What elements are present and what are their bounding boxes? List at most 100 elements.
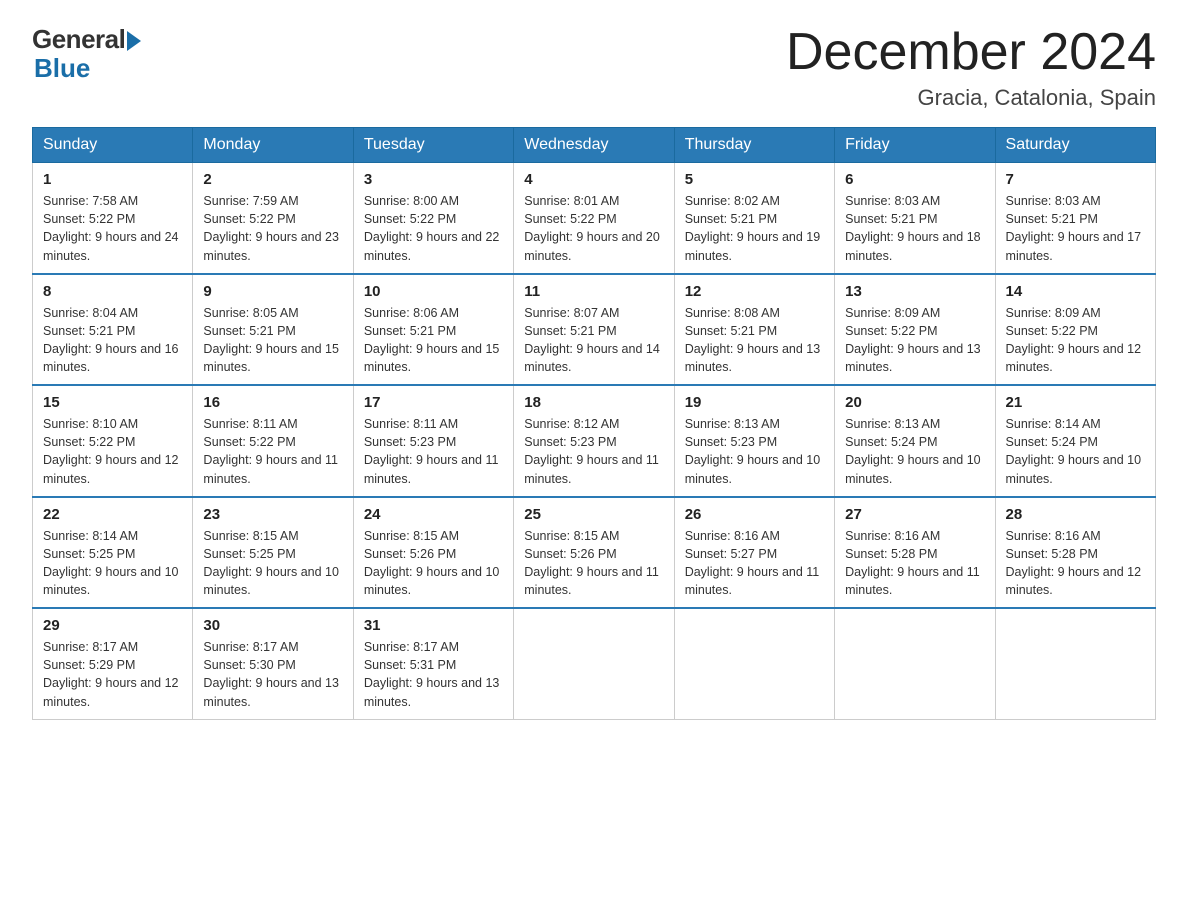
calendar-cell: 18 Sunrise: 8:12 AMSunset: 5:23 PMDaylig… xyxy=(514,385,674,497)
calendar-cell: 24 Sunrise: 8:15 AMSunset: 5:26 PMDaylig… xyxy=(353,497,513,609)
day-info: Sunrise: 8:16 AMSunset: 5:27 PMDaylight:… xyxy=(685,529,820,597)
calendar-cell: 14 Sunrise: 8:09 AMSunset: 5:22 PMDaylig… xyxy=(995,274,1155,386)
day-info: Sunrise: 8:08 AMSunset: 5:21 PMDaylight:… xyxy=(685,306,821,374)
calendar-cell: 8 Sunrise: 8:04 AMSunset: 5:21 PMDayligh… xyxy=(33,274,193,386)
day-number: 18 xyxy=(524,394,663,411)
day-number: 6 xyxy=(845,171,984,188)
day-info: Sunrise: 8:15 AMSunset: 5:26 PMDaylight:… xyxy=(364,529,500,597)
calendar-cell: 22 Sunrise: 8:14 AMSunset: 5:25 PMDaylig… xyxy=(33,497,193,609)
day-info: Sunrise: 8:17 AMSunset: 5:29 PMDaylight:… xyxy=(43,640,179,708)
calendar-cell xyxy=(995,608,1155,719)
day-number: 12 xyxy=(685,283,824,300)
day-number: 7 xyxy=(1006,171,1145,188)
day-number: 2 xyxy=(203,171,342,188)
calendar-week-row: 8 Sunrise: 8:04 AMSunset: 5:21 PMDayligh… xyxy=(33,274,1156,386)
day-number: 10 xyxy=(364,283,503,300)
day-info: Sunrise: 8:14 AMSunset: 5:25 PMDaylight:… xyxy=(43,529,179,597)
calendar-cell: 10 Sunrise: 8:06 AMSunset: 5:21 PMDaylig… xyxy=(353,274,513,386)
calendar-cell: 25 Sunrise: 8:15 AMSunset: 5:26 PMDaylig… xyxy=(514,497,674,609)
day-number: 4 xyxy=(524,171,663,188)
calendar-week-row: 29 Sunrise: 8:17 AMSunset: 5:29 PMDaylig… xyxy=(33,608,1156,719)
day-number: 15 xyxy=(43,394,182,411)
day-info: Sunrise: 8:10 AMSunset: 5:22 PMDaylight:… xyxy=(43,417,179,485)
day-info: Sunrise: 8:14 AMSunset: 5:24 PMDaylight:… xyxy=(1006,417,1142,485)
logo-arrow-icon xyxy=(127,31,141,51)
day-info: Sunrise: 8:01 AMSunset: 5:22 PMDaylight:… xyxy=(524,194,660,262)
day-number: 29 xyxy=(43,617,182,634)
calendar-cell: 17 Sunrise: 8:11 AMSunset: 5:23 PMDaylig… xyxy=(353,385,513,497)
calendar-cell: 31 Sunrise: 8:17 AMSunset: 5:31 PMDaylig… xyxy=(353,608,513,719)
weekday-header: Wednesday xyxy=(514,128,674,163)
calendar-week-row: 15 Sunrise: 8:10 AMSunset: 5:22 PMDaylig… xyxy=(33,385,1156,497)
day-number: 30 xyxy=(203,617,342,634)
day-number: 17 xyxy=(364,394,503,411)
day-info: Sunrise: 8:00 AMSunset: 5:22 PMDaylight:… xyxy=(364,194,500,262)
day-number: 5 xyxy=(685,171,824,188)
day-number: 16 xyxy=(203,394,342,411)
calendar-week-row: 1 Sunrise: 7:58 AMSunset: 5:22 PMDayligh… xyxy=(33,163,1156,274)
day-number: 27 xyxy=(845,506,984,523)
day-info: Sunrise: 8:05 AMSunset: 5:21 PMDaylight:… xyxy=(203,306,339,374)
weekday-header-row: SundayMondayTuesdayWednesdayThursdayFrid… xyxy=(33,128,1156,163)
calendar-cell xyxy=(674,608,834,719)
weekday-header: Sunday xyxy=(33,128,193,163)
day-info: Sunrise: 8:09 AMSunset: 5:22 PMDaylight:… xyxy=(1006,306,1142,374)
calendar-cell: 12 Sunrise: 8:08 AMSunset: 5:21 PMDaylig… xyxy=(674,274,834,386)
day-info: Sunrise: 8:13 AMSunset: 5:23 PMDaylight:… xyxy=(685,417,821,485)
day-info: Sunrise: 8:09 AMSunset: 5:22 PMDaylight:… xyxy=(845,306,981,374)
day-info: Sunrise: 8:17 AMSunset: 5:30 PMDaylight:… xyxy=(203,640,339,708)
day-info: Sunrise: 8:11 AMSunset: 5:23 PMDaylight:… xyxy=(364,417,499,485)
day-number: 22 xyxy=(43,506,182,523)
day-number: 20 xyxy=(845,394,984,411)
calendar-cell: 6 Sunrise: 8:03 AMSunset: 5:21 PMDayligh… xyxy=(835,163,995,274)
day-number: 11 xyxy=(524,283,663,300)
calendar-cell: 4 Sunrise: 8:01 AMSunset: 5:22 PMDayligh… xyxy=(514,163,674,274)
day-info: Sunrise: 8:17 AMSunset: 5:31 PMDaylight:… xyxy=(364,640,500,708)
day-number: 24 xyxy=(364,506,503,523)
day-number: 13 xyxy=(845,283,984,300)
day-info: Sunrise: 8:03 AMSunset: 5:21 PMDaylight:… xyxy=(845,194,981,262)
day-number: 14 xyxy=(1006,283,1145,300)
calendar-cell: 27 Sunrise: 8:16 AMSunset: 5:28 PMDaylig… xyxy=(835,497,995,609)
calendar-cell: 30 Sunrise: 8:17 AMSunset: 5:30 PMDaylig… xyxy=(193,608,353,719)
calendar-table: SundayMondayTuesdayWednesdayThursdayFrid… xyxy=(32,127,1156,720)
day-info: Sunrise: 8:16 AMSunset: 5:28 PMDaylight:… xyxy=(1006,529,1142,597)
day-info: Sunrise: 8:11 AMSunset: 5:22 PMDaylight:… xyxy=(203,417,338,485)
day-info: Sunrise: 7:59 AMSunset: 5:22 PMDaylight:… xyxy=(203,194,339,262)
day-number: 19 xyxy=(685,394,824,411)
calendar-cell: 20 Sunrise: 8:13 AMSunset: 5:24 PMDaylig… xyxy=(835,385,995,497)
calendar-cell: 26 Sunrise: 8:16 AMSunset: 5:27 PMDaylig… xyxy=(674,497,834,609)
day-info: Sunrise: 8:02 AMSunset: 5:21 PMDaylight:… xyxy=(685,194,821,262)
day-info: Sunrise: 8:16 AMSunset: 5:28 PMDaylight:… xyxy=(845,529,980,597)
day-number: 21 xyxy=(1006,394,1145,411)
calendar-cell: 15 Sunrise: 8:10 AMSunset: 5:22 PMDaylig… xyxy=(33,385,193,497)
calendar-cell: 29 Sunrise: 8:17 AMSunset: 5:29 PMDaylig… xyxy=(33,608,193,719)
day-info: Sunrise: 8:06 AMSunset: 5:21 PMDaylight:… xyxy=(364,306,500,374)
month-year-title: December 2024 xyxy=(786,24,1156,81)
day-number: 1 xyxy=(43,171,182,188)
day-number: 31 xyxy=(364,617,503,634)
day-number: 26 xyxy=(685,506,824,523)
calendar-cell xyxy=(835,608,995,719)
day-number: 28 xyxy=(1006,506,1145,523)
day-number: 8 xyxy=(43,283,182,300)
page-header: General Blue December 2024 Gracia, Catal… xyxy=(32,24,1156,111)
logo-text-general: General xyxy=(32,24,125,55)
day-info: Sunrise: 7:58 AMSunset: 5:22 PMDaylight:… xyxy=(43,194,179,262)
calendar-cell: 16 Sunrise: 8:11 AMSunset: 5:22 PMDaylig… xyxy=(193,385,353,497)
title-block: December 2024 Gracia, Catalonia, Spain xyxy=(786,24,1156,111)
calendar-week-row: 22 Sunrise: 8:14 AMSunset: 5:25 PMDaylig… xyxy=(33,497,1156,609)
calendar-cell: 5 Sunrise: 8:02 AMSunset: 5:21 PMDayligh… xyxy=(674,163,834,274)
calendar-cell: 1 Sunrise: 7:58 AMSunset: 5:22 PMDayligh… xyxy=(33,163,193,274)
weekday-header: Friday xyxy=(835,128,995,163)
day-number: 23 xyxy=(203,506,342,523)
day-number: 25 xyxy=(524,506,663,523)
day-info: Sunrise: 8:15 AMSunset: 5:25 PMDaylight:… xyxy=(203,529,339,597)
calendar-cell: 21 Sunrise: 8:14 AMSunset: 5:24 PMDaylig… xyxy=(995,385,1155,497)
calendar-cell: 19 Sunrise: 8:13 AMSunset: 5:23 PMDaylig… xyxy=(674,385,834,497)
day-info: Sunrise: 8:07 AMSunset: 5:21 PMDaylight:… xyxy=(524,306,660,374)
calendar-cell: 7 Sunrise: 8:03 AMSunset: 5:21 PMDayligh… xyxy=(995,163,1155,274)
weekday-header: Saturday xyxy=(995,128,1155,163)
calendar-cell: 13 Sunrise: 8:09 AMSunset: 5:22 PMDaylig… xyxy=(835,274,995,386)
location-subtitle: Gracia, Catalonia, Spain xyxy=(786,85,1156,111)
